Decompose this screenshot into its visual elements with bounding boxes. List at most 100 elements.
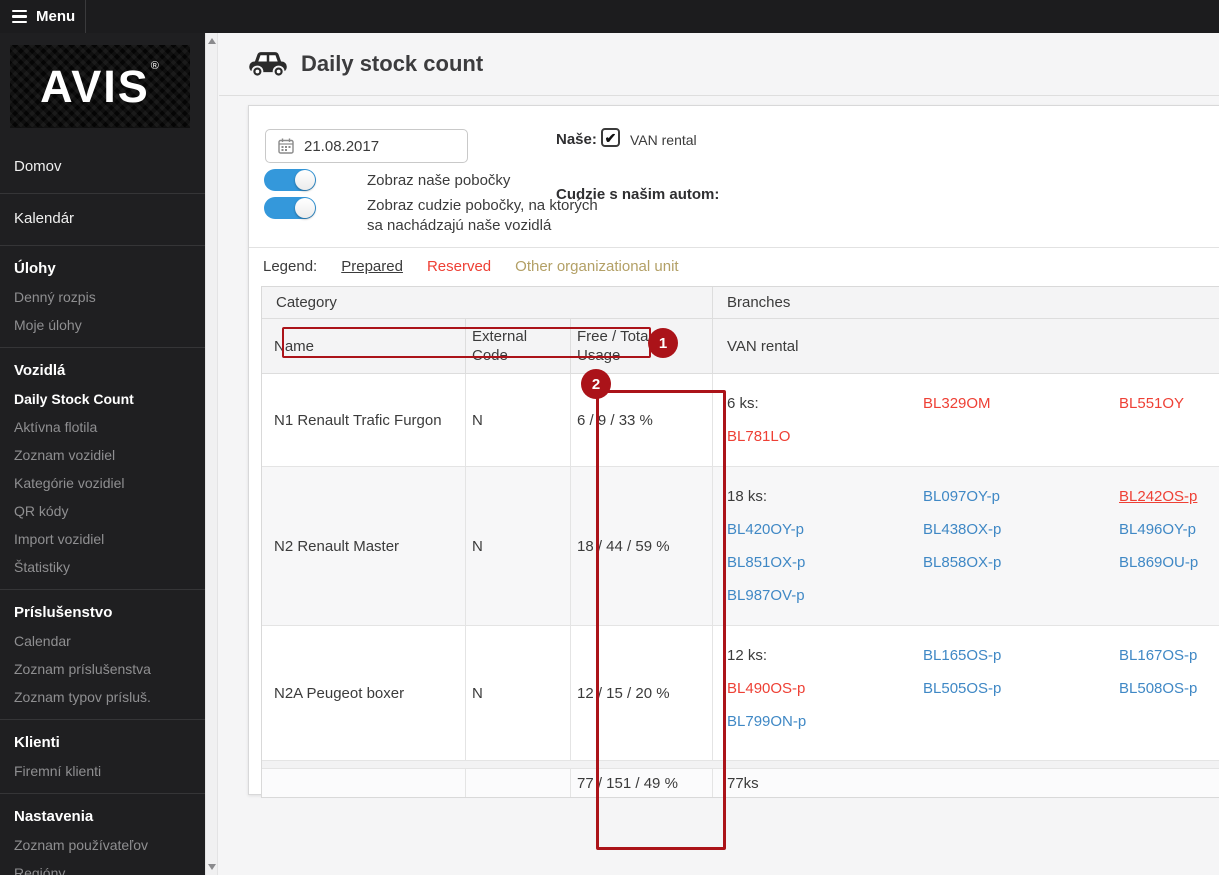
table-spacer-row bbox=[262, 761, 1219, 769]
toggle-show-foreign-branches[interactable] bbox=[264, 197, 316, 219]
checkmark-icon: ✔ bbox=[604, 129, 617, 146]
branches-group-header: Branches bbox=[712, 287, 1219, 318]
row-free-total-usage: 18 / 44 / 59 % bbox=[570, 467, 712, 625]
table-row: N1 Renault Trafic Furgon N 6 / 9 / 33 % 6 k… bbox=[262, 374, 1219, 467]
registered-mark: ® bbox=[150, 60, 161, 72]
vehicle-plate-link[interactable]: BL496OY-p bbox=[1119, 513, 1219, 546]
legend: Legend: Prepared Reserved Other organiza… bbox=[263, 258, 679, 275]
sidebar-group-title: Príslušenstvo bbox=[14, 604, 113, 621]
toggle-show-our-branches[interactable] bbox=[264, 169, 316, 191]
vehicle-plate-link[interactable]: BL851OX-p bbox=[727, 546, 923, 579]
vehicle-plate-link[interactable]: BL167OS-p bbox=[1119, 639, 1219, 672]
sidebar-item-zoznam-typov-pr-slu-[interactable]: Zoznam typov prísluš. bbox=[0, 683, 205, 711]
sidebar-item-import-vozidiel[interactable]: Import vozidiel bbox=[0, 525, 205, 553]
row-branch-cell: 18 ks: BL097OY-p BL242OS-p BL420OY-p BL438OX… bbox=[712, 467, 1219, 625]
avis-logo[interactable]: AVIS® bbox=[10, 45, 190, 128]
vehicle-plate-link[interactable]: BL505OS-p bbox=[923, 672, 1119, 705]
sidebar-group: NastaveniaZoznam používateľovRegiónyPobo… bbox=[0, 793, 205, 875]
vehicle-plate-link[interactable]: BL438OX-p bbox=[923, 513, 1119, 546]
foreign-branches-label: Cudzie s našim autom: bbox=[556, 186, 720, 203]
sidebar-item-firemn-klienti[interactable]: Firemní klienti bbox=[0, 757, 205, 785]
vehicle-plate-link[interactable]: BL490OS-p bbox=[727, 672, 923, 705]
sidebar-group-title: Klienti bbox=[14, 734, 60, 751]
table-row: N2A Peugeot boxer N 12 / 15 / 20 % 12 ks: BL… bbox=[262, 626, 1219, 761]
sidebar-group-title: Nastavenia bbox=[14, 808, 94, 825]
main-content: Daily stock count 21.08.2017 Zobraz naše… bbox=[219, 33, 1219, 875]
sidebar-item-kalend-r[interactable]: Kalendár bbox=[0, 200, 205, 237]
scroll-up-arrow-icon[interactable] bbox=[207, 38, 216, 44]
date-input[interactable]: 21.08.2017 bbox=[265, 129, 468, 163]
legend-label: Legend: bbox=[263, 258, 318, 275]
vehicle-plate-link[interactable]: BL165OS-p bbox=[923, 639, 1119, 672]
table-row: N2 Renault Master N 18 / 44 / 59 % 18 ks: BL… bbox=[262, 467, 1219, 626]
sidebar-item-moje-lohy[interactable]: Moje úlohy bbox=[0, 311, 205, 339]
row-external-code: N bbox=[465, 374, 570, 466]
sidebar-group: Príslušenstvo Calendar Zoznam príslušenstv… bbox=[0, 589, 205, 719]
page-header: Daily stock count bbox=[219, 33, 1219, 96]
column-header-name: Name bbox=[274, 337, 315, 355]
calendar-icon bbox=[278, 138, 294, 154]
date-value: 21.08.2017 bbox=[304, 137, 380, 155]
sidebar-item-calendar[interactable]: Calendar bbox=[0, 627, 205, 655]
car-icon bbox=[248, 49, 288, 79]
sidebar-item-kateg-rie-vozidiel[interactable]: Kategórie vozidiel bbox=[0, 469, 205, 497]
vehicle-plate-link[interactable]: BL858OX-p bbox=[923, 546, 1119, 579]
category-group-header: Category bbox=[276, 294, 337, 311]
sidebar-item-denn-rozpis[interactable]: Denný rozpis bbox=[0, 283, 205, 311]
scroll-down-arrow-icon[interactable] bbox=[207, 864, 216, 870]
sidebar-group: Vozidlá Daily Stock Count Aktívna flotila Z… bbox=[0, 347, 205, 589]
sidebar: AVIS® Domov Kalendár Úlohy Denný rozpis Moje… bbox=[0, 33, 205, 875]
branch-vehicle-count: 18 ks: bbox=[727, 488, 768, 505]
our-branches-label: Naše: bbox=[556, 131, 597, 148]
total-branch-count: 77ks bbox=[712, 769, 1219, 797]
table-total-row: 77 / 151 / 49 % 77ks bbox=[262, 769, 1219, 797]
vertical-scrollbar[interactable] bbox=[205, 33, 218, 875]
vehicle-plate-link[interactable]: BL420OY-p bbox=[727, 513, 923, 546]
vehicle-plate-link[interactable]: BL551OY bbox=[1119, 387, 1219, 420]
sidebar-item-zoznam-pou-vate-ov[interactable]: Zoznam používateľov bbox=[0, 831, 205, 859]
row-external-code: N bbox=[465, 626, 570, 760]
vehicle-plate-link[interactable]: BL508OS-p bbox=[1119, 672, 1219, 705]
branch-vehicle-count: 12 ks: bbox=[727, 647, 768, 664]
row-external-code: N bbox=[465, 467, 570, 625]
stock-table: Category Branches Name External Code Fre… bbox=[261, 286, 1219, 798]
vehicle-plate-link[interactable]: BL987OV-p bbox=[727, 579, 923, 612]
sidebar-item-akt-vna-flotila[interactable]: Aktívna flotila bbox=[0, 413, 205, 441]
filters-section: 21.08.2017 Zobraz naše pobočky Zobraz cu… bbox=[249, 106, 1219, 248]
sidebar-group: Kalendár bbox=[0, 193, 205, 245]
table-group-header-row: Category Branches bbox=[262, 287, 1219, 319]
content-panel: 21.08.2017 Zobraz naše pobočky Zobraz cu… bbox=[248, 105, 1219, 850]
row-branch-cell: 6 ks: BL329OM BL551OY BL781LO bbox=[712, 374, 1219, 466]
van-rental-checkbox-label[interactable]: VAN rental bbox=[630, 132, 697, 148]
vehicle-plate-link[interactable]: BL329OM bbox=[923, 387, 1119, 420]
sidebar-group: Domov bbox=[0, 142, 205, 193]
app-window: Menu AVIS® Domov Kalendár Úlohy Denný rozpi… bbox=[0, 0, 1219, 875]
row-branch-cell: 12 ks: BL165OS-p BL167OS-p BL490OS-p BL505OS… bbox=[712, 626, 1219, 760]
sidebar-item-qr-k-dy[interactable]: QR kódy bbox=[0, 497, 205, 525]
vehicle-plate-link[interactable]: BL869OU-p bbox=[1119, 546, 1219, 579]
row-category-name: N2A Peugeot boxer bbox=[274, 684, 405, 702]
vehicle-plate-link[interactable]: BL799ON-p bbox=[727, 705, 923, 738]
sidebar-item-domov[interactable]: Domov bbox=[0, 148, 205, 185]
vehicle-plate-link[interactable]: BL097OY-p bbox=[923, 480, 1119, 513]
vehicle-plate-link[interactable]: BL781LO bbox=[727, 420, 923, 453]
toggle-knob bbox=[295, 198, 315, 218]
menu-button-label: Menu bbox=[36, 8, 76, 25]
legend-item-reserved: Reserved bbox=[426, 258, 492, 275]
legend-item-other-unit: Other organizational unit bbox=[515, 258, 679, 275]
sidebar-item-daily-stock-count[interactable]: Daily Stock Count bbox=[0, 385, 205, 413]
sidebar-item-zoznam-vozidiel[interactable]: Zoznam vozidiel bbox=[0, 441, 205, 469]
branch-vehicle-count: 6 ks: bbox=[727, 395, 759, 412]
total-name-cell bbox=[262, 769, 465, 797]
van-rental-checkbox[interactable]: ✔ bbox=[601, 128, 620, 147]
sidebar-group: Klienti Firemní klienti bbox=[0, 719, 205, 793]
menu-button[interactable]: Menu bbox=[0, 0, 86, 33]
avis-logo-text: AVIS® bbox=[40, 60, 161, 112]
top-bar: Menu bbox=[0, 0, 1219, 33]
page-title: Daily stock count bbox=[301, 51, 484, 76]
sidebar-item--tatistiky[interactable]: Štatistiky bbox=[0, 553, 205, 581]
plate-grid: 6 ks: BL329OM BL551OY BL781LO bbox=[713, 374, 1219, 466]
vehicle-plate-link[interactable]: BL242OS-p bbox=[1119, 480, 1219, 513]
sidebar-item-zoznam-pr-slu-enstva[interactable]: Zoznam príslušenstva bbox=[0, 655, 205, 683]
sidebar-item-regi-ny[interactable]: Regióny bbox=[0, 859, 205, 875]
